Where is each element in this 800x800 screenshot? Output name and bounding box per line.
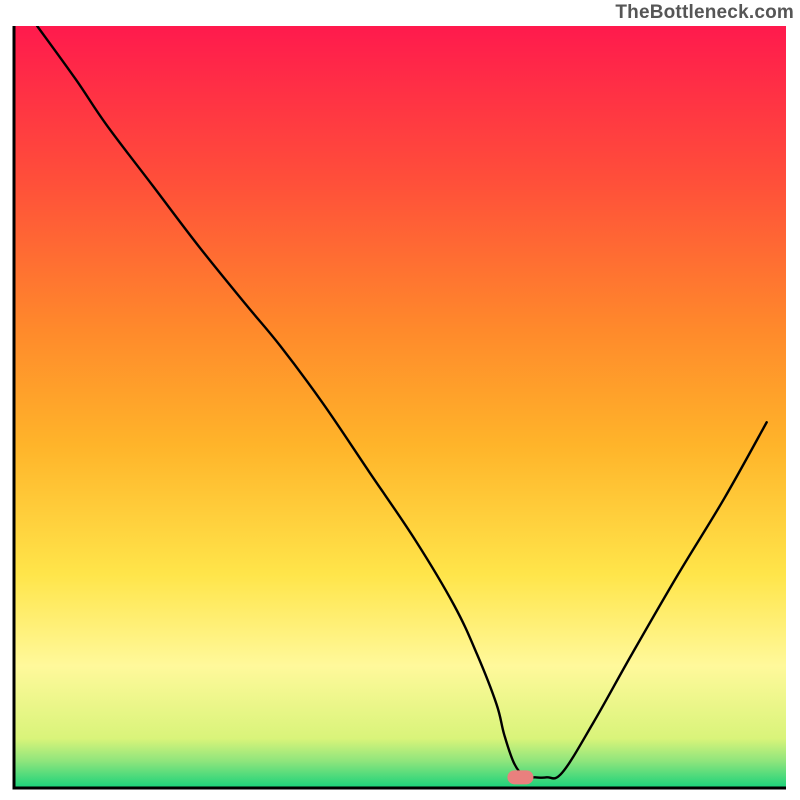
optimal-marker [507,770,533,784]
bottleneck-chart [0,0,800,800]
plot-background [14,26,786,788]
chart-container: TheBottleneck.com [0,0,800,800]
